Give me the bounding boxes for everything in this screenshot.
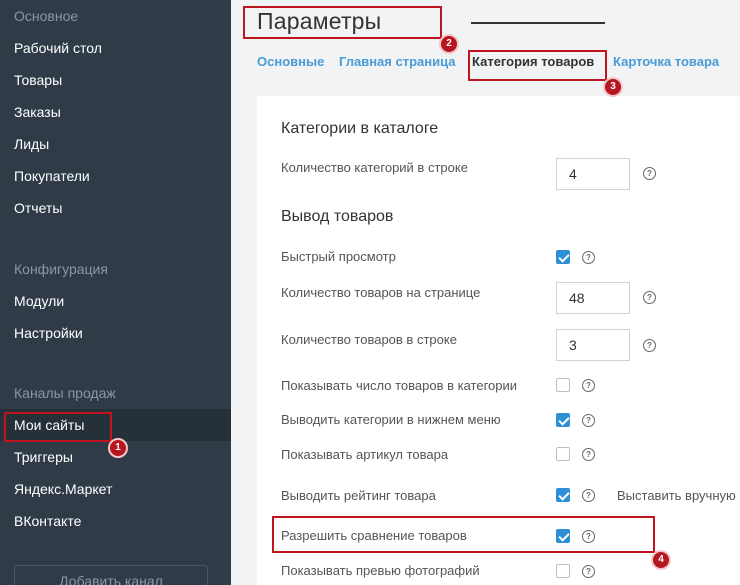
show-sku-label: Показывать артикул товара — [281, 447, 449, 462]
tab-general[interactable]: Основные — [257, 54, 324, 69]
help-icon[interactable]: ? — [582, 414, 595, 427]
categories-per-row-input[interactable]: 4 — [556, 158, 630, 190]
highlight-category-tab — [468, 50, 607, 81]
help-icon[interactable]: ? — [643, 167, 656, 180]
sidebar-item-settings[interactable]: Настройки — [0, 317, 231, 349]
sidebar-item-orders[interactable]: Заказы — [0, 96, 231, 128]
sidebar-section-config: Конфигурация — [14, 261, 108, 277]
highlight-my-sites — [4, 412, 112, 442]
help-icon[interactable]: ? — [582, 565, 595, 578]
sidebar-section-channels: Каналы продаж — [14, 385, 116, 401]
settings-card: Категории в каталоге Количество категори… — [257, 96, 740, 585]
sidebar: Основное Рабочий стол Товары Заказы Лиды… — [0, 0, 231, 585]
help-icon[interactable]: ? — [582, 251, 595, 264]
sidebar-section-main: Основное — [14, 8, 79, 24]
sidebar-item-modules[interactable]: Модули — [0, 285, 231, 317]
items-per-page-label: Количество товаров на странице — [281, 285, 481, 300]
annotation-badge: 1 — [108, 438, 128, 458]
rating-manual-label[interactable]: Выставить вручную — [617, 488, 736, 503]
items-per-row-input[interactable]: 3 — [556, 329, 630, 361]
annotation-badge: 2 — [439, 34, 459, 54]
active-tab-underline — [471, 22, 605, 24]
sidebar-item-leads[interactable]: Лиды — [0, 128, 231, 160]
help-icon[interactable]: ? — [643, 291, 656, 304]
highlight-page-title — [243, 6, 442, 39]
quick-view-checkbox[interactable] — [556, 250, 570, 264]
bottom-menu-label: Выводить категории в нижнем меню — [281, 412, 501, 427]
annotation-badge: 4 — [651, 550, 671, 570]
highlight-compare-row — [272, 516, 655, 553]
rating-checkbox[interactable] — [556, 488, 570, 502]
bottom-menu-checkbox[interactable] — [556, 413, 570, 427]
photo-preview-label: Показывать превью фотографий — [281, 563, 480, 578]
help-icon[interactable]: ? — [582, 489, 595, 502]
help-icon[interactable]: ? — [643, 339, 656, 352]
show-count-checkbox[interactable] — [556, 378, 570, 392]
section-title-catalog: Категории в каталоге — [281, 120, 439, 137]
help-icon[interactable]: ? — [582, 448, 595, 461]
items-per-page-input[interactable]: 48 — [556, 282, 630, 314]
photo-preview-checkbox[interactable] — [556, 564, 570, 578]
show-sku-checkbox[interactable] — [556, 447, 570, 461]
sidebar-item-vkontakte[interactable]: ВКонтакте — [0, 505, 231, 537]
tab-product-card[interactable]: Карточка товара — [613, 54, 719, 69]
quick-view-label: Быстрый просмотр — [281, 249, 396, 264]
sidebar-item-yandex-market[interactable]: Яндекс.Маркет — [0, 473, 231, 505]
tab-home-page[interactable]: Главная страница — [339, 54, 455, 69]
rating-label: Выводить рейтинг товара — [281, 488, 436, 503]
sidebar-item-customers[interactable]: Покупатели — [0, 160, 231, 192]
help-icon[interactable]: ? — [582, 379, 595, 392]
categories-per-row-label: Количество категорий в строке — [281, 160, 468, 175]
sidebar-item-reports[interactable]: Отчеты — [0, 192, 231, 224]
section-title-output: Вывод товаров — [281, 208, 394, 225]
main-content: Параметры Основные Главная страница Кате… — [231, 0, 740, 585]
items-per-row-label: Количество товаров в строке — [281, 332, 457, 347]
show-count-label: Показывать число товаров в категории — [281, 378, 518, 393]
add-channel-button[interactable]: Добавить канал — [14, 565, 208, 585]
annotation-badge: 3 — [603, 77, 623, 97]
sidebar-item-products[interactable]: Товары — [0, 64, 231, 96]
sidebar-item-dashboard[interactable]: Рабочий стол — [0, 32, 231, 64]
